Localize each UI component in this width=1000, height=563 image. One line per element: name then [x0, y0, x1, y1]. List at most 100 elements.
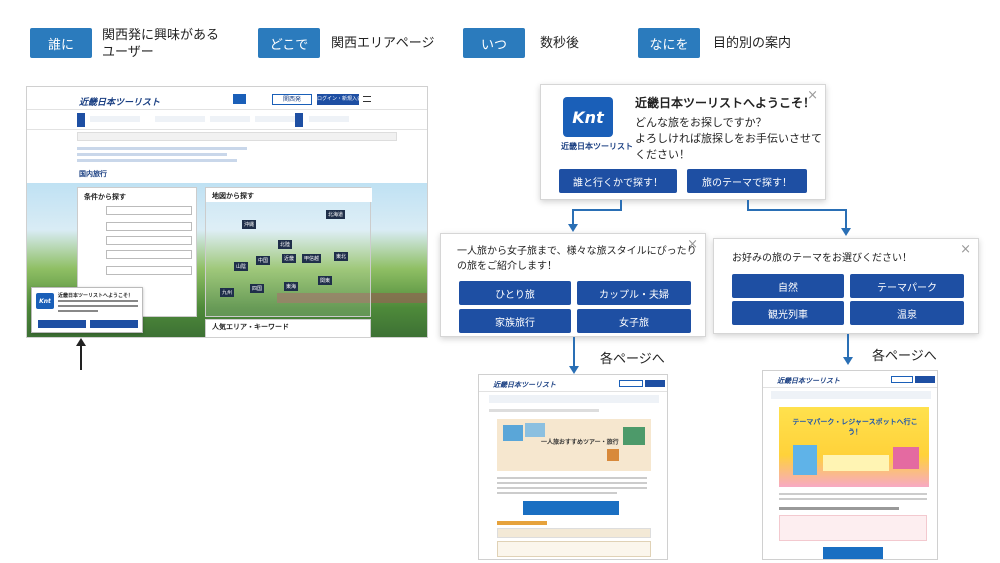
- welcome-body-1: どんな旅をお探しですか？: [635, 116, 767, 129]
- map-panel: 地図から探す 北海道 東北 関東 甲信越 北陸 東海 近畿 中国 四国 九州 沖…: [205, 187, 372, 317]
- result-solo-nav: [489, 395, 659, 403]
- who-option-girls[interactable]: 女子旅: [577, 309, 691, 333]
- result-theme-banner-title: テーマパーク・レジャースポットへ行こう！: [792, 418, 918, 436]
- nav-item-4[interactable]: [255, 116, 295, 122]
- result-theme-ride: [893, 447, 919, 469]
- nav-marker-right: [295, 113, 303, 127]
- map-region-sanin[interactable]: 山陰: [234, 262, 249, 271]
- connector-who-across: [572, 209, 622, 211]
- search-field-3[interactable]: [106, 236, 192, 245]
- keyword-panel: 人気エリア・キーワード: [205, 319, 371, 337]
- nav-item-1[interactable]: [90, 116, 140, 122]
- result-solo-text-1: [497, 477, 647, 479]
- mini-btn-theme[interactable]: [90, 320, 138, 328]
- search-field-1[interactable]: [106, 206, 192, 215]
- caption-left: 各ページへ: [600, 352, 665, 367]
- region-select[interactable]: 関西発: [272, 94, 312, 105]
- theme-popup: × お好みの旅のテーマをお選びください！ 自然 テーマパーク 観光列車 温泉: [713, 238, 979, 334]
- mini-popup-line1: [58, 300, 138, 302]
- nav-item-3[interactable]: [210, 116, 250, 122]
- welcome-btn-who[interactable]: 誰と行くかで探す！: [559, 169, 677, 193]
- result-solo-goto-banner: [523, 501, 619, 515]
- arrow-right-result-shaft: [847, 334, 849, 358]
- welcome-popup: × Knt 近畿日本ツーリスト 近畿日本ツーリストへようこそ！ どんな旅をお探し…: [540, 84, 826, 200]
- who-popup: × 一人旅から女子旅まで、様々な旅スタイルにぴったり の旅をご紹介します！ ひと…: [440, 233, 706, 337]
- connector-theme-arrow: [841, 228, 851, 236]
- result-theme-divider: [763, 387, 937, 388]
- result-theme-desc: [823, 455, 889, 471]
- result-solo-photo-3: [623, 427, 645, 445]
- result-solo-text-2: [497, 482, 647, 484]
- notice-3[interactable]: [77, 159, 237, 162]
- map-region-hokuriku[interactable]: 北陸: [278, 240, 293, 249]
- search-field-2[interactable]: [106, 222, 192, 231]
- knt-logo-sub: 近畿日本ツーリスト: [561, 142, 633, 151]
- result-page-themepark: 近畿日本ツーリスト テーマパーク・レジャースポットへ行こう！: [762, 370, 938, 560]
- tag-what: なにを: [638, 28, 700, 58]
- tag-what-text: 目的別の案内: [713, 36, 792, 51]
- mini-knt-logo: Knt: [36, 293, 54, 309]
- result-solo-breadcrumb: [489, 409, 599, 412]
- map-region-tohoku[interactable]: 東北: [334, 252, 349, 261]
- mini-btn-who[interactable]: [38, 320, 86, 328]
- keyword-label: 人気エリア・キーワード: [212, 323, 289, 331]
- nav-item-2[interactable]: [155, 116, 205, 122]
- map-region-shikoku[interactable]: 四国: [250, 284, 265, 293]
- tag-where: どこで: [258, 28, 320, 58]
- who-text-1: 一人旅から女子旅まで、様々な旅スタイルにぴったり: [457, 246, 697, 257]
- tag-when: いつ: [463, 28, 525, 58]
- result-solo-tab: [497, 521, 547, 525]
- notice-1[interactable]: [77, 147, 247, 150]
- result-theme-login: [915, 376, 935, 383]
- map-region-kanto[interactable]: 関東: [318, 276, 333, 285]
- who-option-family[interactable]: 家族旅行: [459, 309, 571, 333]
- knt-mini-logo: [233, 94, 246, 104]
- pointer-arrow-line: [80, 344, 82, 370]
- result-theme-text-1: [779, 493, 927, 495]
- map-region-kyushu[interactable]: 九州: [220, 288, 235, 297]
- tag-who-line2: ユーザー: [102, 45, 154, 60]
- map-region-okinawa[interactable]: 沖縄: [242, 220, 257, 229]
- theme-close-icon[interactable]: ×: [960, 242, 971, 257]
- map-region-koshinetsu[interactable]: 甲信越: [302, 254, 322, 263]
- nav-divider: [27, 109, 427, 110]
- theme-option-nature[interactable]: 自然: [732, 274, 844, 298]
- caption-right: 各ページへ: [872, 349, 937, 364]
- result-solo-photo-2: [525, 423, 545, 437]
- theme-text-1: お好みの旅のテーマをお選びください！: [732, 253, 912, 264]
- theme-option-onsen[interactable]: 温泉: [850, 301, 964, 325]
- result-solo-banner: 一人旅おすすめツアー・旅行: [497, 419, 651, 471]
- nav-item-5[interactable]: [309, 116, 349, 122]
- result-solo-photo-1: [503, 425, 523, 441]
- who-option-solo[interactable]: ひとり旅: [459, 281, 571, 305]
- who-option-couple[interactable]: カップル・夫婦: [577, 281, 691, 305]
- menu-icon[interactable]: [363, 96, 371, 102]
- result-page-solo: 近畿日本ツーリスト 一人旅おすすめツアー・旅行: [478, 374, 668, 560]
- theme-option-themepark[interactable]: テーマパーク: [850, 274, 964, 298]
- nav-divider-2: [27, 129, 427, 130]
- notice-2[interactable]: [77, 153, 227, 156]
- result-solo-divider: [479, 391, 667, 392]
- welcome-btn-theme[interactable]: 旅のテーマで探す！: [687, 169, 807, 193]
- map-region-kinki[interactable]: 近畿: [282, 254, 297, 263]
- login-button[interactable]: ログイン・新規入会: [317, 94, 362, 105]
- map-region-tokai[interactable]: 東海: [284, 282, 299, 291]
- arrow-left-result-head: [569, 366, 579, 374]
- map-region-hokkaido[interactable]: 北海道: [326, 210, 346, 219]
- result-solo-checklist: [497, 541, 651, 557]
- result-solo-bag-icon: [607, 449, 619, 461]
- mini-popup-title: 近畿日本ツーリストへようこそ！: [58, 293, 134, 299]
- search-date-field[interactable]: [106, 266, 192, 275]
- result-solo-text-4: [497, 492, 617, 494]
- subnav-pills[interactable]: [77, 132, 397, 141]
- theme-option-train[interactable]: 観光列車: [732, 301, 844, 325]
- result-theme-banner: テーマパーク・レジャースポットへ行こう！: [779, 407, 929, 487]
- connector-who-arrow: [568, 224, 578, 232]
- map-region-chugoku[interactable]: 中国: [256, 256, 271, 265]
- tag-who-line1: 関西発に興味がある: [102, 28, 220, 43]
- who-text-2: の旅をご紹介します！: [457, 261, 557, 272]
- connector-theme-drop: [845, 209, 847, 229]
- search-field-4[interactable]: [106, 250, 192, 259]
- tag-where-text: 関西エリアページ: [331, 36, 435, 51]
- result-theme-subheading: [779, 507, 899, 510]
